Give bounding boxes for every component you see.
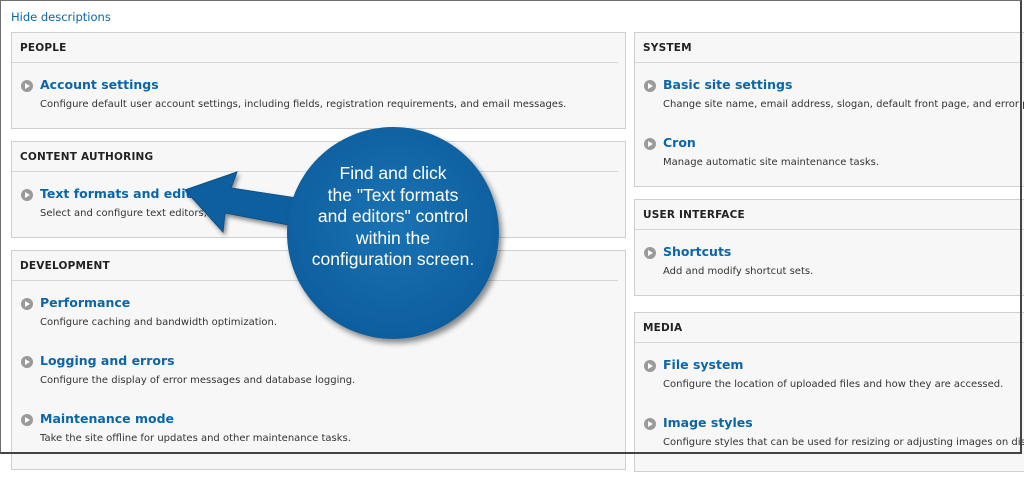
logging-and-errors-link[interactable]: Logging and errors [40,353,175,368]
admin-item-logging: Logging and errors Configure the display… [12,339,625,397]
cron-link[interactable]: Cron [663,135,696,150]
panel-media: MEDIA File system Configure the location… [634,312,1024,472]
callout-line: Find and click [339,163,447,183]
callout-text: Find and click the "Text formats and edi… [287,163,499,271]
arrow-circle-icon [21,356,33,368]
item-description: Configure default user account settings,… [40,99,567,110]
image-styles-link[interactable]: Image styles [663,415,753,430]
arrow-circle-icon [644,418,656,430]
arrow-circle-icon [644,138,656,150]
account-settings-link[interactable]: Account settings [40,77,159,92]
callout-line: configuration screen. [311,249,475,269]
maintenance-mode-link[interactable]: Maintenance mode [40,411,174,426]
panel-people: PEOPLE Account settings Configure defaul… [11,32,626,129]
admin-item-shortcuts: Shortcuts Add and modify shortcut sets. [635,230,1024,288]
callout-line: and editors" control [317,206,469,226]
panel-system: SYSTEM Basic site settings Change site n… [634,32,1024,187]
basic-site-settings-link[interactable]: Basic site settings [663,77,792,92]
shortcuts-link[interactable]: Shortcuts [663,244,731,259]
right-column: SYSTEM Basic site settings Change site n… [634,32,1024,484]
panel-title: MEDIA [635,313,1024,343]
arrow-circle-icon [644,80,656,92]
instruction-callout: Find and click the "Text formats and edi… [287,127,499,339]
item-description: Manage automatic site maintenance tasks. [663,157,880,168]
arrow-circle-icon [21,189,33,201]
panel-title: PEOPLE [12,33,618,63]
item-description: Configure the location of uploaded files… [663,379,1004,390]
item-description: Configure the display of error messages … [40,375,356,386]
admin-item-cron: Cron Manage automatic site maintenance t… [635,121,1024,179]
hide-descriptions-link[interactable]: Hide descriptions [11,10,111,24]
admin-item-account-settings: Account settings Configure default user … [12,63,625,121]
item-description: Take the site offline for updates and ot… [40,433,351,444]
admin-item-maintenance: Maintenance mode Take the site offline f… [12,397,625,455]
callout-line: within the [356,227,430,248]
admin-item-image-styles: Image styles Configure styles that can b… [635,401,1024,459]
admin-item-file-system: File system Configure the location of up… [635,343,1024,401]
item-description: Add and modify shortcut sets. [663,266,814,277]
arrow-circle-icon [644,247,656,259]
item-description: Configure caching and bandwidth optimiza… [40,317,278,328]
panel-user-interface: USER INTERFACE Shortcuts Add and modify … [634,199,1024,296]
panel-title: USER INTERFACE [635,200,1024,230]
arrow-circle-icon [644,360,656,372]
callout-line: the "Text formats [327,184,459,205]
item-description: Configure styles that can be used for re… [663,437,1024,448]
panel-title: SYSTEM [635,33,1024,63]
file-system-link[interactable]: File system [663,357,743,372]
arrow-circle-icon [21,414,33,426]
item-description: Change site name, email address, slogan,… [663,99,1024,110]
arrow-circle-icon [21,80,33,92]
arrow-circle-icon [21,298,33,310]
performance-link[interactable]: Performance [40,295,130,310]
admin-item-basic-site-settings: Basic site settings Change site name, em… [635,63,1024,121]
